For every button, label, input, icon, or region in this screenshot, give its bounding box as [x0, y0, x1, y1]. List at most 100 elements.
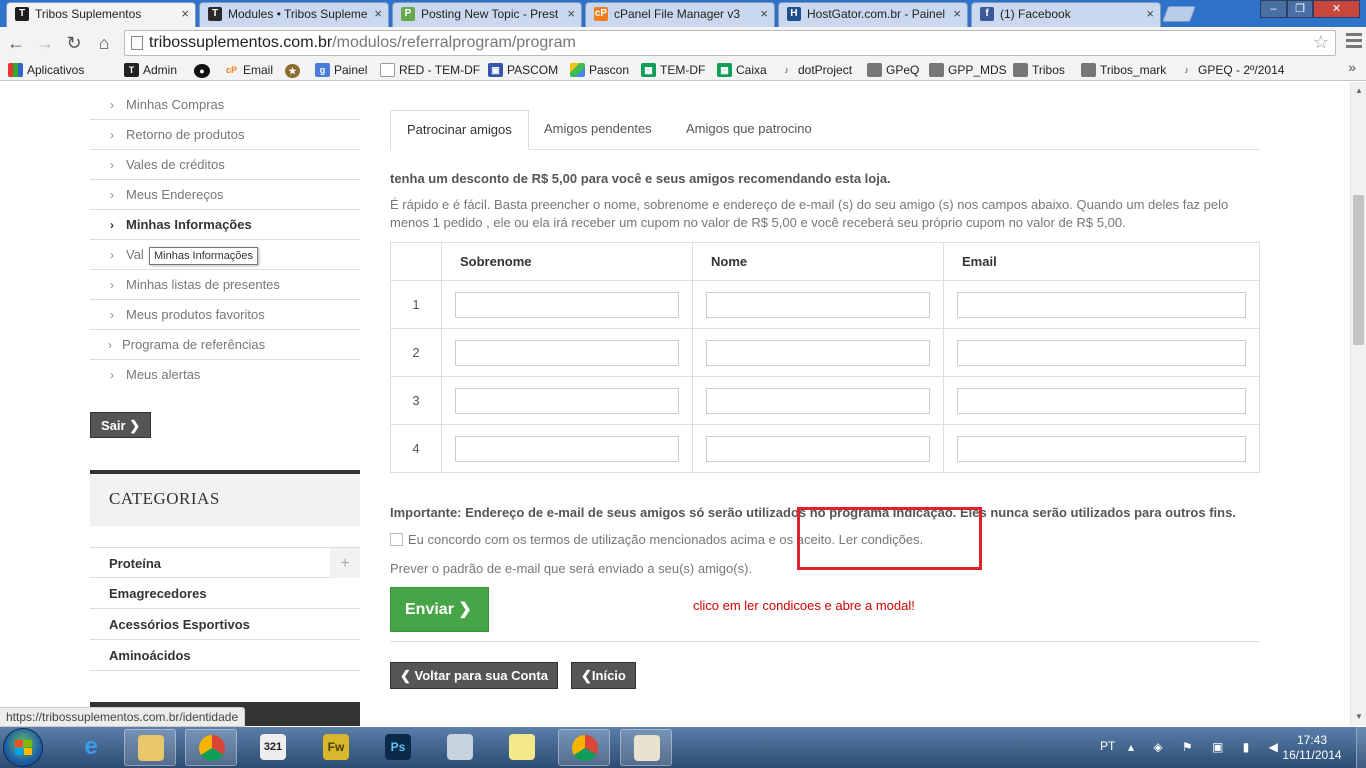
bookmark-star-icon[interactable]: ☆	[1313, 32, 1329, 53]
page-scrollbar[interactable]: ▲ ▼	[1350, 82, 1366, 726]
sobrenome-input[interactable]	[455, 387, 679, 414]
system-clock[interactable]: 17:43 16/11/2014	[1280, 733, 1344, 763]
scroll-up-arrow-icon[interactable]: ▲	[1355, 86, 1363, 95]
tab-patrocinar-amigos[interactable]: Patrocinar amigos	[390, 110, 529, 150]
tooltip: Minhas Informações	[149, 247, 259, 265]
bookmark-dotproject[interactable]: ♪ dotProject	[779, 61, 852, 79]
sidebar-item-programa-referencias[interactable]: › Programa de referências	[90, 330, 360, 360]
close-tab-icon[interactable]: ×	[374, 3, 382, 25]
sidebar-item-minhas-compras[interactable]: › Minhas Compras	[90, 90, 360, 120]
bookmark-red-tem-df[interactable]: RED - TEM-DF	[380, 61, 480, 79]
show-desktop-button[interactable]	[1356, 727, 1366, 768]
tab-amigos-pendentes[interactable]: Amigos pendentes	[528, 110, 668, 150]
terms-checkbox[interactable]	[390, 533, 403, 546]
email-input[interactable]	[957, 291, 1246, 318]
forward-arrow-icon[interactable]: →	[33, 31, 57, 55]
browser-tab-tribos[interactable]: T Tribos Suplementos ×	[6, 2, 196, 27]
nome-input[interactable]	[706, 291, 930, 318]
system-tray-icons[interactable]: ▴ ◈ ⚑ ▣ ▮ ◀	[1128, 740, 1286, 754]
bookmark-admin[interactable]: T Admin	[124, 61, 177, 79]
nome-input[interactable]	[706, 435, 930, 462]
address-bar[interactable]: tribossuplementos.com.br/modulos/referra…	[124, 30, 1336, 56]
bookmark-apps[interactable]: Aplicativos	[8, 61, 84, 79]
taskbar-chrome-2[interactable]	[558, 729, 610, 766]
email-input[interactable]	[957, 435, 1246, 462]
close-tab-icon[interactable]: ×	[760, 3, 768, 25]
expand-plus-icon[interactable]: +	[330, 548, 360, 578]
chevron-right-icon: ›	[110, 368, 114, 382]
home-button[interactable]: ❮Início	[571, 662, 636, 689]
sobrenome-input[interactable]	[455, 339, 679, 366]
taskbar-sticky-notes[interactable]	[496, 729, 548, 766]
close-tab-icon[interactable]: ×	[953, 3, 961, 25]
taskbar-chrome[interactable]	[185, 729, 237, 766]
taskbar-internet-explorer[interactable]: e	[65, 729, 117, 766]
nome-input[interactable]	[706, 387, 930, 414]
referral-headline: tenha um desconto de R$ 5,00 para você e…	[390, 171, 891, 186]
sidebar-item-enderecos[interactable]: › Meus Endereços	[90, 180, 360, 210]
nome-input[interactable]	[706, 339, 930, 366]
reload-icon[interactable]: ↻	[62, 31, 86, 55]
github-icon[interactable]: ●	[194, 61, 210, 79]
bookmark-painel[interactable]: g Painel	[315, 61, 367, 79]
bookmark-tem-df[interactable]: ▦ TEM-DF	[641, 61, 705, 79]
browser-tab-modules[interactable]: T Modules • Tribos Supleme ×	[199, 2, 389, 27]
category-acessorios[interactable]: Acessórios Esportivos	[90, 609, 360, 640]
close-window-button[interactable]: ✕	[1313, 0, 1360, 18]
close-tab-icon[interactable]: ×	[567, 3, 575, 25]
email-input[interactable]	[957, 339, 1246, 366]
send-button[interactable]: Enviar ❯	[390, 587, 489, 632]
close-tab-icon[interactable]: ×	[1146, 3, 1154, 25]
taskbar-paint[interactable]	[620, 729, 672, 766]
back-arrow-icon[interactable]: ←	[4, 31, 28, 55]
sidebar-item-favoritos[interactable]: › Meus produtos favoritos	[90, 300, 360, 330]
sidebar-item-vales-creditos[interactable]: › Vales de créditos	[90, 150, 360, 180]
tab-amigos-que-patrocino[interactable]: Amigos que patrocino	[670, 110, 828, 150]
taskbar-calculator[interactable]	[434, 729, 486, 766]
category-aminoacidos[interactable]: Aminoácidos	[90, 640, 360, 671]
bookmark-email[interactable]: cP Email	[224, 61, 273, 79]
start-button[interactable]	[3, 728, 43, 767]
browser-tab-cpanel[interactable]: cP cPanel File Manager v3 ×	[585, 2, 775, 27]
minimize-button[interactable]: –	[1260, 0, 1287, 18]
bookmark-pascon[interactable]: Pascon	[570, 61, 629, 79]
sobrenome-input[interactable]	[455, 291, 679, 318]
bookmark-gpeq-2014[interactable]: ♪ GPEQ - 2º/2014	[1179, 61, 1284, 79]
browser-tab-posting[interactable]: P Posting New Topic - Prest ×	[392, 2, 582, 27]
email-input[interactable]	[957, 387, 1246, 414]
scrollbar-thumb[interactable]	[1353, 195, 1364, 345]
badge-icon[interactable]: ★	[285, 61, 300, 79]
bookmark-caixa[interactable]: ▦ Caixa	[717, 61, 767, 79]
sidebar-item-minhas-informacoes[interactable]: › Minhas Informações	[90, 210, 360, 240]
scroll-down-arrow-icon[interactable]: ▼	[1355, 712, 1363, 721]
bookmark-gpp-mds[interactable]: GPP_MDS	[929, 61, 1007, 79]
taskbar-explorer[interactable]	[124, 729, 176, 766]
chrome-menu-icon[interactable]	[1346, 33, 1362, 51]
taskbar-photoshop[interactable]: Ps	[372, 729, 424, 766]
maximize-button[interactable]: ❐	[1287, 0, 1313, 18]
bookmark-tribos-mark[interactable]: Tribos_mark	[1081, 61, 1166, 79]
back-to-account-button[interactable]: ❮ Voltar para sua Conta	[390, 662, 558, 689]
close-tab-icon[interactable]: ×	[181, 3, 189, 25]
category-proteina[interactable]: Proteína +	[90, 547, 360, 578]
sobrenome-input[interactable]	[455, 435, 679, 462]
sidebar-item-retorno[interactable]: › Retorno de produtos	[90, 120, 360, 150]
browser-tab-facebook[interactable]: f (1) Facebook ×	[971, 2, 1161, 27]
category-emagrecedores[interactable]: Emagrecedores	[90, 578, 360, 609]
table-row: 1	[390, 280, 1260, 329]
email-preview-link[interactable]: Prever o padrão de e-mail que será envia…	[390, 561, 752, 576]
logout-button[interactable]: Sair ❯	[90, 412, 152, 438]
chrome-icon	[572, 735, 598, 761]
bookmark-tribos[interactable]: Tribos	[1013, 61, 1065, 79]
bookmarks-overflow-icon[interactable]: »	[1348, 59, 1356, 75]
taskbar-fireworks[interactable]: Fw	[310, 729, 362, 766]
sidebar-item-listas-presentes[interactable]: › Minhas listas de presentes	[90, 270, 360, 300]
sidebar-item-alertas[interactable]: › Meus alertas	[90, 360, 360, 390]
bookmark-gpeq[interactable]: GPeQ	[867, 61, 919, 79]
language-indicator[interactable]: PT	[1100, 739, 1115, 753]
browser-tab-hostgator[interactable]: H HostGator.com.br - Painel ×	[778, 2, 968, 27]
taskbar-media-player[interactable]: 321	[247, 729, 299, 766]
home-icon[interactable]: ⌂	[92, 31, 116, 55]
bookmark-pascom[interactable]: ▣ PASCOM	[488, 61, 558, 79]
new-tab-button[interactable]	[1162, 6, 1196, 22]
